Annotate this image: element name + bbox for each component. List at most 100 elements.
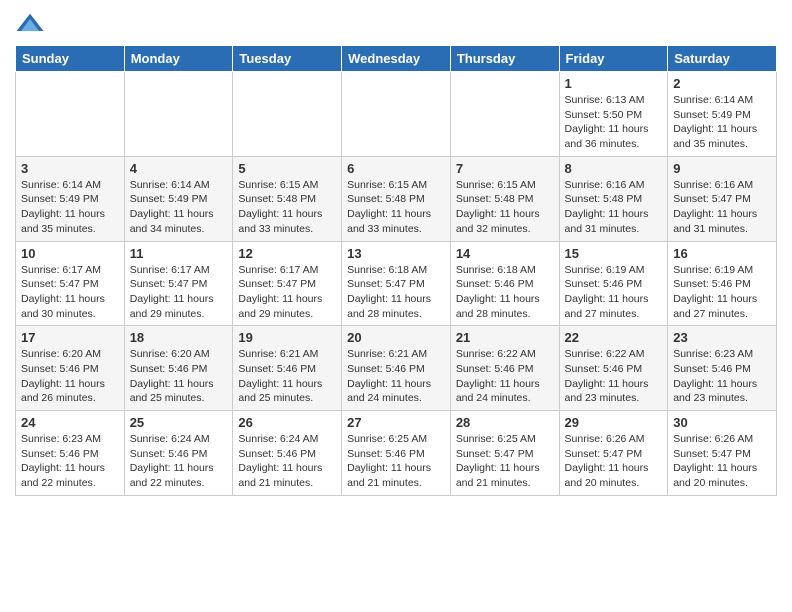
calendar-cell: 26 Sunrise: 6:24 AM Sunset: 5:46 PM Dayli… xyxy=(233,411,342,496)
calendar-cell: 21 Sunrise: 6:22 AM Sunset: 5:46 PM Dayli… xyxy=(450,326,559,411)
day-info: Sunrise: 6:26 AM Sunset: 5:47 PM Dayligh… xyxy=(565,432,663,491)
page-header xyxy=(15,10,777,40)
day-info: Sunrise: 6:24 AM Sunset: 5:46 PM Dayligh… xyxy=(238,432,336,491)
day-number: 19 xyxy=(238,330,336,345)
day-number: 25 xyxy=(130,415,228,430)
calendar-cell: 20 Sunrise: 6:21 AM Sunset: 5:46 PM Dayli… xyxy=(342,326,451,411)
calendar-cell: 12 Sunrise: 6:17 AM Sunset: 5:47 PM Dayli… xyxy=(233,241,342,326)
day-number: 17 xyxy=(21,330,119,345)
day-info: Sunrise: 6:16 AM Sunset: 5:48 PM Dayligh… xyxy=(565,178,663,237)
day-number: 26 xyxy=(238,415,336,430)
day-number: 13 xyxy=(347,246,445,261)
col-header-sunday: Sunday xyxy=(16,46,125,72)
day-number: 1 xyxy=(565,76,663,91)
day-info: Sunrise: 6:22 AM Sunset: 5:46 PM Dayligh… xyxy=(456,347,554,406)
day-info: Sunrise: 6:16 AM Sunset: 5:47 PM Dayligh… xyxy=(673,178,771,237)
calendar-cell: 10 Sunrise: 6:17 AM Sunset: 5:47 PM Dayli… xyxy=(16,241,125,326)
day-number: 30 xyxy=(673,415,771,430)
col-header-wednesday: Wednesday xyxy=(342,46,451,72)
day-info: Sunrise: 6:22 AM Sunset: 5:46 PM Dayligh… xyxy=(565,347,663,406)
calendar-cell: 7 Sunrise: 6:15 AM Sunset: 5:48 PM Daylig… xyxy=(450,156,559,241)
calendar-cell xyxy=(450,72,559,157)
day-number: 9 xyxy=(673,161,771,176)
calendar-week-row: 24Sunrise: 6:23 AM Sunset: 5:46 PM Dayli… xyxy=(16,411,777,496)
day-number: 21 xyxy=(456,330,554,345)
calendar-week-row: 3 Sunrise: 6:14 AM Sunset: 5:49 PM Daylig… xyxy=(16,156,777,241)
calendar-cell: 6 Sunrise: 6:15 AM Sunset: 5:48 PM Daylig… xyxy=(342,156,451,241)
day-info: Sunrise: 6:19 AM Sunset: 5:46 PM Dayligh… xyxy=(565,263,663,322)
day-info: Sunrise: 6:14 AM Sunset: 5:49 PM Dayligh… xyxy=(673,93,771,152)
day-info: Sunrise: 6:17 AM Sunset: 5:47 PM Dayligh… xyxy=(21,263,119,322)
day-info: Sunrise: 6:15 AM Sunset: 5:48 PM Dayligh… xyxy=(238,178,336,237)
day-number: 23 xyxy=(673,330,771,345)
day-info: Sunrise: 6:25 AM Sunset: 5:47 PM Dayligh… xyxy=(456,432,554,491)
calendar-cell: 14Sunrise: 6:18 AM Sunset: 5:46 PM Dayli… xyxy=(450,241,559,326)
day-info: Sunrise: 6:24 AM Sunset: 5:46 PM Dayligh… xyxy=(130,432,228,491)
calendar-cell: 15 Sunrise: 6:19 AM Sunset: 5:46 PM Dayli… xyxy=(559,241,668,326)
day-number: 4 xyxy=(130,161,228,176)
day-info: Sunrise: 6:14 AM Sunset: 5:49 PM Dayligh… xyxy=(130,178,228,237)
day-number: 22 xyxy=(565,330,663,345)
calendar-cell xyxy=(233,72,342,157)
day-number: 24 xyxy=(21,415,119,430)
calendar-cell: 13 Sunrise: 6:18 AM Sunset: 5:47 PM Dayli… xyxy=(342,241,451,326)
calendar-week-row: 17 Sunrise: 6:20 AM Sunset: 5:46 PM Dayli… xyxy=(16,326,777,411)
calendar-cell: 5 Sunrise: 6:15 AM Sunset: 5:48 PM Daylig… xyxy=(233,156,342,241)
day-number: 16 xyxy=(673,246,771,261)
day-info: Sunrise: 6:20 AM Sunset: 5:46 PM Dayligh… xyxy=(130,347,228,406)
day-info: Sunrise: 6:14 AM Sunset: 5:49 PM Dayligh… xyxy=(21,178,119,237)
calendar-cell: 2 Sunrise: 6:14 AM Sunset: 5:49 PM Daylig… xyxy=(668,72,777,157)
day-number: 5 xyxy=(238,161,336,176)
day-number: 11 xyxy=(130,246,228,261)
calendar-cell: 29 Sunrise: 6:26 AM Sunset: 5:47 PM Dayli… xyxy=(559,411,668,496)
calendar-cell: 9 Sunrise: 6:16 AM Sunset: 5:47 PM Daylig… xyxy=(668,156,777,241)
day-info: Sunrise: 6:18 AM Sunset: 5:47 PM Dayligh… xyxy=(347,263,445,322)
calendar-cell: 18 Sunrise: 6:20 AM Sunset: 5:46 PM Dayli… xyxy=(124,326,233,411)
day-info: Sunrise: 6:17 AM Sunset: 5:47 PM Dayligh… xyxy=(238,263,336,322)
calendar-cell: 1 Sunrise: 6:13 AM Sunset: 5:50 PM Daylig… xyxy=(559,72,668,157)
calendar-cell: 27Sunrise: 6:25 AM Sunset: 5:46 PM Dayli… xyxy=(342,411,451,496)
day-number: 15 xyxy=(565,246,663,261)
day-number: 12 xyxy=(238,246,336,261)
day-info: Sunrise: 6:20 AM Sunset: 5:46 PM Dayligh… xyxy=(21,347,119,406)
day-info: Sunrise: 6:25 AM Sunset: 5:46 PM Dayligh… xyxy=(347,432,445,491)
calendar-cell: 30Sunrise: 6:26 AM Sunset: 5:47 PM Dayli… xyxy=(668,411,777,496)
day-info: Sunrise: 6:19 AM Sunset: 5:46 PM Dayligh… xyxy=(673,263,771,322)
logo-icon xyxy=(15,10,45,40)
day-number: 10 xyxy=(21,246,119,261)
day-number: 18 xyxy=(130,330,228,345)
day-number: 28 xyxy=(456,415,554,430)
day-info: Sunrise: 6:15 AM Sunset: 5:48 PM Dayligh… xyxy=(456,178,554,237)
calendar-header-row: SundayMondayTuesdayWednesdayThursdayFrid… xyxy=(16,46,777,72)
calendar-cell xyxy=(342,72,451,157)
day-info: Sunrise: 6:21 AM Sunset: 5:46 PM Dayligh… xyxy=(347,347,445,406)
col-header-tuesday: Tuesday xyxy=(233,46,342,72)
logo xyxy=(15,10,49,40)
calendar-cell: 25 Sunrise: 6:24 AM Sunset: 5:46 PM Dayli… xyxy=(124,411,233,496)
day-number: 7 xyxy=(456,161,554,176)
col-header-monday: Monday xyxy=(124,46,233,72)
day-info: Sunrise: 6:18 AM Sunset: 5:46 PM Dayligh… xyxy=(456,263,554,322)
calendar-cell: 11 Sunrise: 6:17 AM Sunset: 5:47 PM Dayli… xyxy=(124,241,233,326)
day-number: 6 xyxy=(347,161,445,176)
day-number: 29 xyxy=(565,415,663,430)
day-number: 2 xyxy=(673,76,771,91)
calendar-cell xyxy=(16,72,125,157)
calendar-cell: 19 Sunrise: 6:21 AM Sunset: 5:46 PM Dayli… xyxy=(233,326,342,411)
calendar-cell: 28 Sunrise: 6:25 AM Sunset: 5:47 PM Dayli… xyxy=(450,411,559,496)
day-number: 20 xyxy=(347,330,445,345)
col-header-friday: Friday xyxy=(559,46,668,72)
calendar-cell xyxy=(124,72,233,157)
day-info: Sunrise: 6:23 AM Sunset: 5:46 PM Dayligh… xyxy=(673,347,771,406)
col-header-thursday: Thursday xyxy=(450,46,559,72)
calendar-cell: 16 Sunrise: 6:19 AM Sunset: 5:46 PM Dayli… xyxy=(668,241,777,326)
day-info: Sunrise: 6:15 AM Sunset: 5:48 PM Dayligh… xyxy=(347,178,445,237)
day-info: Sunrise: 6:17 AM Sunset: 5:47 PM Dayligh… xyxy=(130,263,228,322)
calendar-cell: 23 Sunrise: 6:23 AM Sunset: 5:46 PM Dayli… xyxy=(668,326,777,411)
col-header-saturday: Saturday xyxy=(668,46,777,72)
calendar-cell: 8Sunrise: 6:16 AM Sunset: 5:48 PM Daylig… xyxy=(559,156,668,241)
day-info: Sunrise: 6:13 AM Sunset: 5:50 PM Dayligh… xyxy=(565,93,663,152)
calendar-cell: 4 Sunrise: 6:14 AM Sunset: 5:49 PM Daylig… xyxy=(124,156,233,241)
day-number: 3 xyxy=(21,161,119,176)
day-info: Sunrise: 6:21 AM Sunset: 5:46 PM Dayligh… xyxy=(238,347,336,406)
